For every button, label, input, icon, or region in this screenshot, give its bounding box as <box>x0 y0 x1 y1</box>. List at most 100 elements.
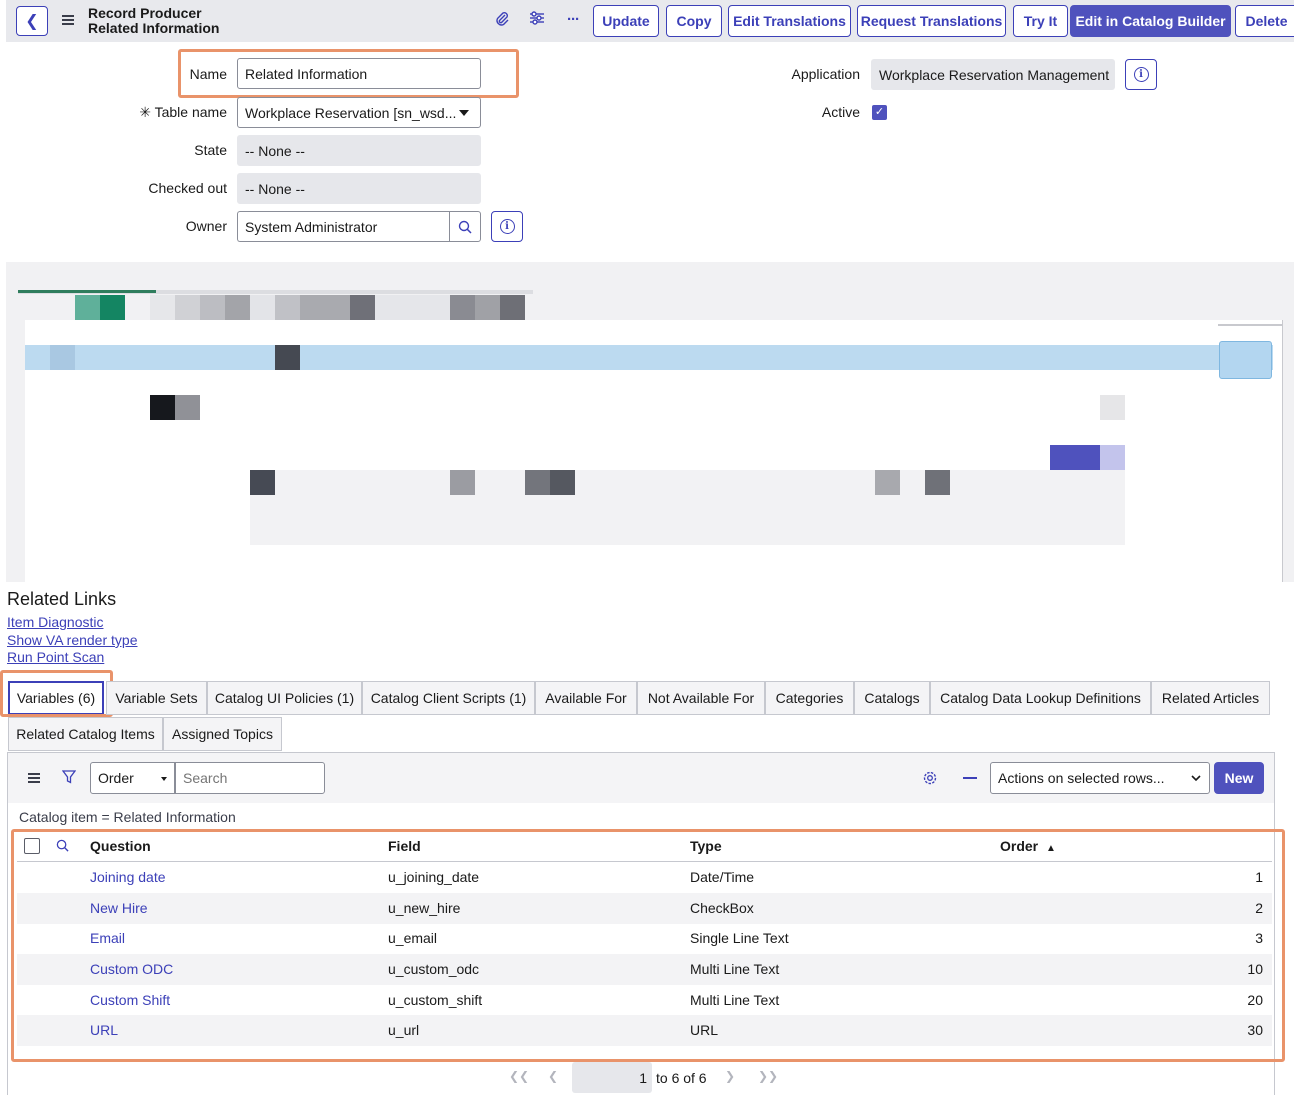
tab-variables[interactable]: Variables (6) <box>8 681 104 715</box>
question-link[interactable]: URL <box>90 1022 118 1038</box>
owner-info-button[interactable]: i <box>491 211 523 242</box>
table-row: Email u_email Single Line Text 3 <box>17 923 1272 954</box>
update-button[interactable]: Update <box>593 5 659 37</box>
collapse-icon[interactable] <box>963 777 977 779</box>
tab-variable-sets[interactable]: Variable Sets <box>106 681 207 715</box>
back-button[interactable]: ❮ <box>16 6 48 36</box>
application-field: Workplace Reservation Management <box>871 59 1115 90</box>
owner-field[interactable]: System Administrator <box>237 211 449 242</box>
tab-catalog-data-lookup-definitions[interactable]: Catalog Data Lookup Definitions <box>930 681 1151 715</box>
ellipsis-icon[interactable]: ··· <box>564 11 582 29</box>
chevron-left-icon: ❮ <box>25 13 39 30</box>
application-label: Application <box>791 66 861 82</box>
related-links-title: Related Links <box>7 589 117 609</box>
column-question[interactable]: Question <box>90 838 151 854</box>
new-button[interactable]: New <box>1214 762 1264 794</box>
page-range-text: to 6 of 6 <box>656 1070 707 1086</box>
table-row: URL u_url URL 30 <box>17 1015 1272 1046</box>
question-link[interactable]: Joining date <box>90 869 166 885</box>
previous-page-icon[interactable]: ❮ <box>548 1069 558 1083</box>
type-cell: URL <box>690 1022 719 1038</box>
type-cell: Multi Line Text <box>690 961 780 977</box>
question-link[interactable]: Email <box>90 930 125 946</box>
order-cell: 1 <box>1255 869 1263 885</box>
tab-assigned-topics[interactable]: Assigned Topics <box>163 717 282 751</box>
column-type[interactable]: Type <box>690 838 722 854</box>
column-search-icon[interactable] <box>56 839 69 855</box>
table-name-value: Workplace Reservation [sn_wsd... <box>245 104 457 121</box>
field-cell: u_custom_shift <box>388 992 483 1008</box>
item-diagnostic-link[interactable]: Item Diagnostic <box>7 614 103 630</box>
required-indicator: ✳ <box>139 104 151 120</box>
column-order-label: Order <box>1000 838 1039 854</box>
name-label: Name <box>189 66 227 82</box>
table-name-select[interactable]: Workplace Reservation [sn_wsd... <box>237 97 481 128</box>
select-all-checkbox[interactable] <box>24 838 40 854</box>
order-cell: 3 <box>1255 930 1263 946</box>
checked-out-field: -- None -- <box>237 173 481 204</box>
tab-categories[interactable]: Categories <box>765 681 854 715</box>
tab-available-for[interactable]: Available For <box>535 681 637 715</box>
sliders-icon[interactable] <box>528 11 546 29</box>
column-order[interactable]: Order ▲ <box>1000 838 1056 854</box>
field-cell: u_joining_date <box>388 869 480 885</box>
tab-related-articles[interactable]: Related Articles <box>1151 681 1270 715</box>
actions-select-value: Actions on selected rows... <box>998 770 1165 786</box>
table-row: Custom Shift u_custom_shift Multi Line T… <box>17 985 1272 1016</box>
state-field: -- None -- <box>237 135 481 166</box>
request-translations-button[interactable]: Request Translations <box>857 5 1006 37</box>
tab-catalog-ui-policies[interactable]: Catalog UI Policies (1) <box>207 681 362 715</box>
checked-out-label: Checked out <box>148 180 227 196</box>
show-va-render-type-link[interactable]: Show VA render type <box>7 632 137 648</box>
tab-catalog-client-scripts[interactable]: Catalog Client Scripts (1) <box>362 681 535 715</box>
list-menu-icon[interactable] <box>28 773 40 783</box>
hamburger-icon[interactable] <box>62 13 74 27</box>
tab-catalogs[interactable]: Catalogs <box>854 681 930 715</box>
first-page-icon[interactable]: ❮❮ <box>509 1069 529 1083</box>
search-field-select[interactable]: Order <box>90 762 175 794</box>
active-label: Active <box>821 104 860 120</box>
active-checkbox[interactable]: ✓ <box>872 105 887 120</box>
caret-down-icon <box>459 110 469 116</box>
gear-icon[interactable] <box>922 770 938 789</box>
owner-lookup-button[interactable] <box>449 211 481 242</box>
page-number-input[interactable]: 1 <box>572 1062 652 1093</box>
edit-translations-button[interactable]: Edit Translations <box>728 5 851 37</box>
last-page-icon[interactable]: ❯❯ <box>758 1069 778 1083</box>
copy-button[interactable]: Copy <box>666 5 722 37</box>
search-icon <box>458 220 472 234</box>
application-info-button[interactable]: i <box>1125 59 1157 90</box>
question-link[interactable]: Custom ODC <box>90 961 173 977</box>
breadcrumb: Catalog item = Related Information <box>19 809 236 825</box>
order-cell: 2 <box>1255 900 1263 916</box>
table-row: New Hire u_new_hire CheckBox 2 <box>17 893 1272 924</box>
caret-down-icon <box>161 777 167 781</box>
edit-in-catalog-builder-button[interactable]: Edit in Catalog Builder <box>1070 5 1231 37</box>
field-cell: u_custom_odc <box>388 961 480 977</box>
type-cell: Multi Line Text <box>690 992 780 1008</box>
field-cell: u_email <box>388 930 438 946</box>
search-input[interactable] <box>175 762 325 794</box>
record-type: Record Producer <box>88 5 202 21</box>
column-field[interactable]: Field <box>388 838 421 854</box>
name-field[interactable]: Related Information <box>237 58 481 89</box>
next-page-icon[interactable]: ❯ <box>725 1069 735 1083</box>
tab-not-available-for[interactable]: Not Available For <box>637 681 765 715</box>
run-point-scan-link[interactable]: Run Point Scan <box>7 649 104 665</box>
state-label: State <box>194 142 227 158</box>
tab-related-catalog-items[interactable]: Related Catalog Items <box>8 717 163 751</box>
pixelated-region <box>6 262 1294 582</box>
type-cell: Single Line Text <box>690 930 789 946</box>
actions-select[interactable]: Actions on selected rows... <box>990 762 1210 794</box>
delete-button[interactable]: Delete <box>1235 5 1294 37</box>
filter-icon[interactable] <box>61 770 77 787</box>
table-row: Joining date u_joining_date Date/Time 1 <box>17 862 1272 893</box>
order-cell: 10 <box>1247 961 1263 977</box>
paperclip-icon[interactable] <box>493 11 511 29</box>
type-cell: Date/Time <box>690 869 755 885</box>
question-link[interactable]: Custom Shift <box>90 992 170 1008</box>
question-link[interactable]: New Hire <box>90 900 148 916</box>
try-it-button[interactable]: Try It <box>1013 5 1068 37</box>
info-icon: i <box>1133 67 1149 82</box>
order-cell: 20 <box>1247 992 1263 1008</box>
